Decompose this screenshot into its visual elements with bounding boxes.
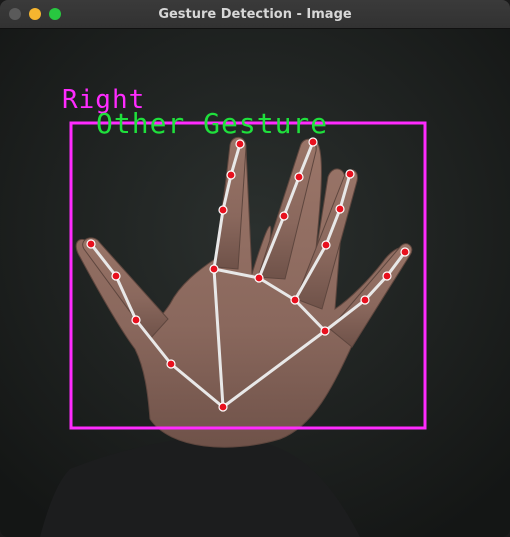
landmark-index-2 xyxy=(218,205,228,215)
landmark-thumb-tip xyxy=(86,239,96,249)
landmark-ring-2 xyxy=(321,240,331,250)
zoom-button[interactable] xyxy=(49,8,61,20)
landmark-ring-tip xyxy=(345,169,355,179)
image-canvas: Right Other Gesture xyxy=(0,29,510,537)
landmark-middle-3 xyxy=(294,172,304,182)
landmark-pinky-1 xyxy=(320,326,330,336)
landmark-thumb-2 xyxy=(131,315,141,325)
app-window: Gesture Detection - Image Right Other Ge… xyxy=(0,0,510,537)
landmark-pinky-3 xyxy=(382,271,392,281)
landmark-thumb-3 xyxy=(111,271,121,281)
landmark-ring-1 xyxy=(290,295,300,305)
window-title: Gesture Detection - Image xyxy=(158,6,352,22)
landmark-pinky-2 xyxy=(360,295,370,305)
landmark-middle-1 xyxy=(254,273,264,283)
landmark-index-tip xyxy=(235,139,245,149)
title-bar[interactable]: Gesture Detection - Image xyxy=(0,0,510,29)
landmark-middle-2 xyxy=(279,211,289,221)
close-button[interactable] xyxy=(9,8,21,20)
gesture-label: Other Gesture xyxy=(96,107,329,140)
minimize-button[interactable] xyxy=(29,8,41,20)
landmark-pinky-tip xyxy=(400,247,410,257)
landmark-ring-3 xyxy=(335,204,345,214)
landmark-index-1 xyxy=(209,264,219,274)
landmark-wrist xyxy=(218,402,228,412)
landmark-thumb-1 xyxy=(166,359,176,369)
landmark-index-3 xyxy=(226,170,236,180)
